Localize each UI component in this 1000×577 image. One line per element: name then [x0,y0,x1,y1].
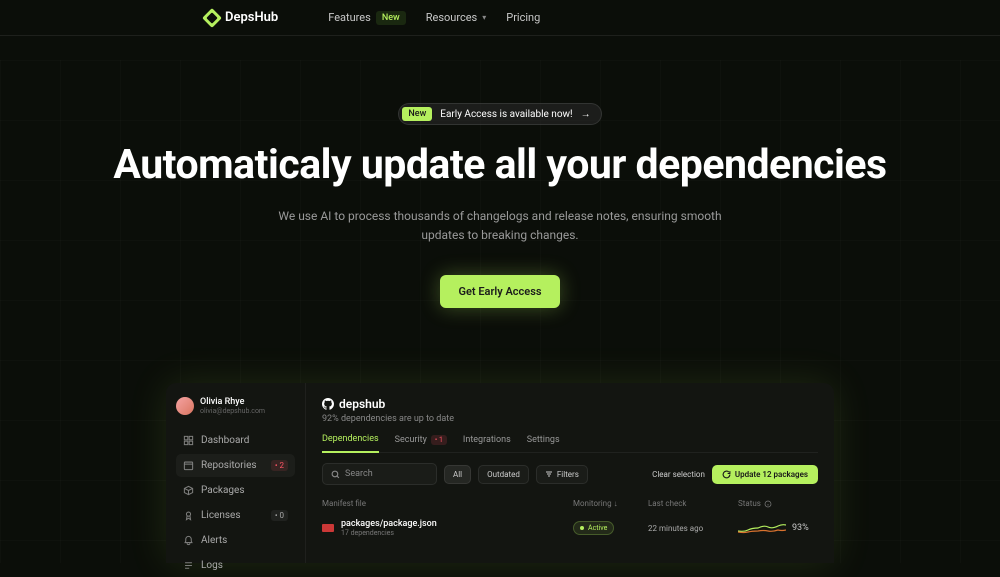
package-icon [183,485,194,496]
sidebar-item-dashboard[interactable]: Dashboard [176,429,295,452]
hero-subtitle: We use AI to process thousands of change… [270,207,730,245]
th-monitoring[interactable]: Monitoring ↓ [573,499,638,508]
user-profile[interactable]: Olivia Rhye olivia@depshub.com [176,397,295,415]
search-icon [331,470,340,479]
nav-features[interactable]: Features New [328,11,405,25]
last-check-value: 22 minutes ago [648,524,728,533]
table-row[interactable]: packages/package.json 17 dependencies Ac… [322,512,818,544]
sidebar-item-packages[interactable]: Packages [176,479,295,502]
top-nav: Features New Resources ▾ Pricing [328,11,540,25]
tab-settings[interactable]: Settings [527,434,560,452]
dashboard-icon [183,435,194,446]
sidebar-badge: • 0 [271,510,288,521]
github-icon [322,398,334,410]
tab-badge: • 1 [431,435,447,445]
npm-icon [322,524,334,532]
refresh-icon [722,470,731,479]
pill-new-badge: New [402,107,432,121]
repository-icon [183,460,194,471]
brand-name: DepsHub [225,10,278,25]
sidebar: Olivia Rhye olivia@depshub.com Dashboard… [166,383,306,563]
bell-icon [183,535,194,546]
main-panel: depshub 92% dependencies are up to date … [306,383,834,563]
th-status: Status [738,499,818,508]
tab-dependencies[interactable]: Dependencies [322,434,379,453]
new-badge: New [376,11,406,25]
user-name: Olivia Rhye [200,397,265,407]
sidebar-item-repositories[interactable]: Repositories • 2 [176,454,295,477]
sidebar-item-licenses[interactable]: Licenses • 0 [176,504,295,527]
toolbar: Search All Outdated Filters Clear select… [322,463,818,485]
filter-icon [545,470,553,478]
tab-security[interactable]: Security• 1 [395,434,447,452]
hero-title: Automaticaly update all your dependencie… [0,141,1000,189]
filter-outdated[interactable]: Outdated [478,465,529,484]
update-packages-button[interactable]: Update 12 packages [712,465,818,484]
top-header: DepsHub Features New Resources ▾ Pricing [0,0,1000,36]
th-manifest: Manifest file [322,499,563,508]
get-early-access-button[interactable]: Get Early Access [440,275,559,308]
repo-title: depshub [322,397,818,411]
avatar [176,397,194,415]
clear-selection-button[interactable]: Clear selection [652,470,705,479]
filters-button[interactable]: Filters [536,465,588,484]
search-input[interactable]: Search [322,463,437,485]
sidebar-item-logs[interactable]: Logs [176,554,295,577]
tabs: Dependencies Security• 1 Integrations Se… [322,434,818,453]
pill-text: Early Access is available now! [440,109,572,120]
chevron-down-icon: ▾ [482,13,486,22]
app-preview: Olivia Rhye olivia@depshub.com Dashboard… [166,383,834,563]
tab-integrations[interactable]: Integrations [463,434,511,452]
user-email: olivia@depshub.com [200,407,265,415]
sidebar-badge: • 2 [271,460,288,471]
status-badge-active: Active [573,521,614,535]
package-name: packages/package.json [341,519,437,529]
announcement-pill[interactable]: New Early Access is available now! → [398,103,601,125]
status-pct: 93% [792,523,809,533]
brand-logo[interactable]: DepsHub [205,10,278,25]
arrow-right-icon: → [581,109,591,120]
repo-subtitle: 92% dependencies are up to date [322,414,818,424]
filter-all[interactable]: All [444,465,471,484]
sparkline [738,521,786,535]
nav-pricing[interactable]: Pricing [506,11,540,24]
sidebar-item-alerts[interactable]: Alerts [176,529,295,552]
logo-icon [202,8,222,28]
license-icon [183,510,194,521]
package-deps: 17 dependencies [341,529,437,537]
th-last-check: Last check [648,499,728,508]
info-icon [764,500,772,508]
hero-section: New Early Access is available now! → Aut… [0,36,1000,308]
logs-icon [183,560,194,571]
nav-resources[interactable]: Resources ▾ [426,11,487,24]
table-header: Manifest file Monitoring ↓ Last check St… [322,495,818,512]
